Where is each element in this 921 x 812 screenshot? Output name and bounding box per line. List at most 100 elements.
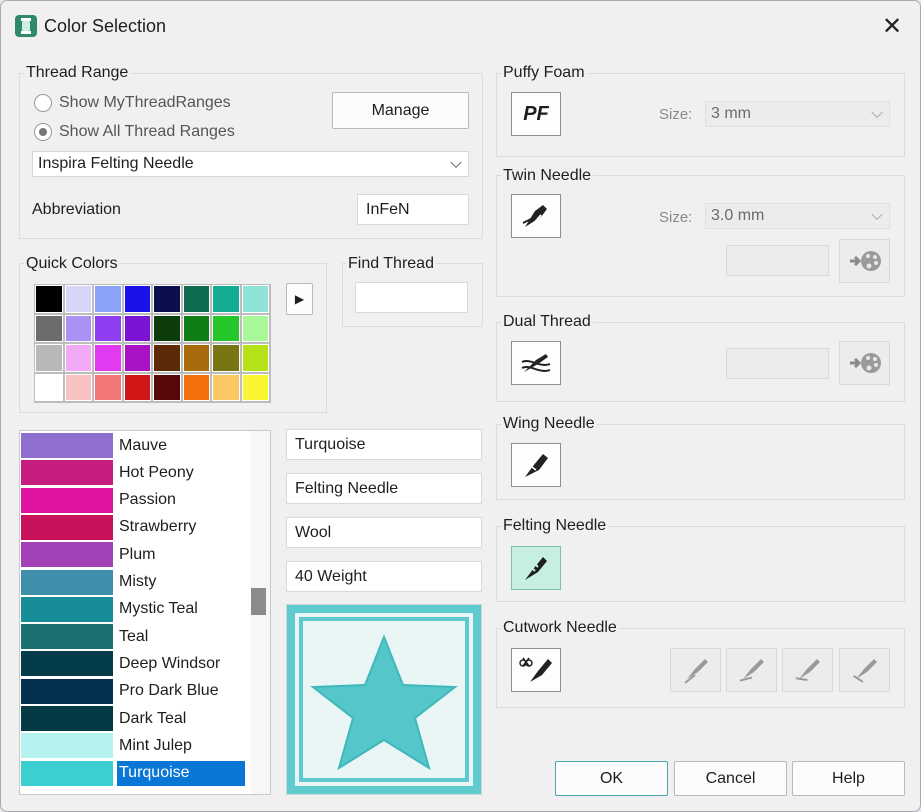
thread-name: Strawberry — [119, 518, 197, 536]
quick-color-swatch[interactable] — [182, 314, 210, 342]
thread-name: Passion — [119, 491, 176, 509]
quick-color-swatch[interactable] — [241, 373, 269, 401]
thread-color-chip — [21, 651, 113, 677]
material-field: Wool — [286, 517, 482, 548]
thread-color-chip — [21, 514, 113, 540]
quick-color-swatch[interactable] — [153, 314, 181, 342]
thread-list-item[interactable]: Turquoise — [21, 760, 245, 787]
quick-color-swatch[interactable] — [64, 344, 92, 372]
quick-color-swatch[interactable] — [182, 373, 210, 401]
help-button[interactable]: Help — [792, 761, 905, 796]
twin-size-dropdown[interactable]: 3.0 mm — [705, 203, 890, 229]
thread-list-item[interactable]: Mystic Teal — [21, 596, 245, 623]
felting-needle-button[interactable] — [511, 546, 561, 590]
wing-needle-icon — [525, 454, 548, 477]
quick-color-swatch[interactable] — [212, 314, 240, 342]
thread-list-item[interactable]: Passion — [21, 487, 245, 514]
thread-range-label: Thread Range — [24, 64, 131, 82]
quick-color-swatch[interactable] — [123, 314, 151, 342]
twin-apply-palette-button[interactable] — [839, 239, 890, 283]
cutwork-angle-3-icon — [795, 659, 820, 682]
puffy-size-dropdown[interactable]: 3 mm — [705, 101, 890, 127]
dual-thread-button[interactable] — [511, 341, 561, 385]
quick-color-swatch[interactable] — [212, 285, 240, 313]
cutwork-angle-1-icon — [683, 659, 708, 684]
quick-color-swatch[interactable] — [64, 285, 92, 313]
quick-color-swatch[interactable] — [182, 344, 210, 372]
close-icon[interactable]: ✕ — [875, 9, 909, 43]
dual-thread-label: Dual Thread — [501, 313, 593, 331]
list-scrollbar[interactable] — [251, 431, 270, 794]
puffy-foam-text: PF — [523, 102, 549, 125]
quick-color-swatch[interactable] — [241, 314, 269, 342]
cutwork-angle-button[interactable] — [726, 648, 777, 692]
quick-color-swatch[interactable] — [64, 314, 92, 342]
scrollbar-thumb[interactable] — [251, 588, 266, 615]
thread-color-chip — [21, 460, 113, 486]
thread-list-item[interactable]: Hot Peony — [21, 459, 245, 486]
quick-color-swatch[interactable] — [212, 373, 240, 401]
quick-colors-label: Quick Colors — [24, 255, 120, 273]
dual-apply-palette-button[interactable] — [839, 341, 890, 385]
more-colors-arrow-button[interactable]: ▶ — [286, 283, 313, 315]
thread-list-item[interactable]: Teal — [21, 623, 245, 650]
quick-color-swatch[interactable] — [153, 344, 181, 372]
thread-list-item[interactable]: Mint Julep — [21, 732, 245, 759]
cutwork-needle-button[interactable] — [511, 648, 561, 692]
cutwork-angle-button[interactable] — [670, 648, 721, 692]
thread-range-value: Inspira Felting Needle — [38, 155, 194, 172]
weight-field: 40 Weight — [286, 561, 482, 592]
quick-color-swatch[interactable] — [35, 314, 63, 342]
cancel-button[interactable]: Cancel — [674, 761, 787, 796]
thread-list-item[interactable]: Misty — [21, 569, 245, 596]
manage-button[interactable]: Manage — [332, 92, 469, 129]
quick-color-swatch[interactable] — [123, 285, 151, 313]
quick-color-swatch[interactable] — [153, 373, 181, 401]
thread-list-item[interactable]: Mauve — [21, 432, 245, 459]
thread-list-item[interactable]: Strawberry — [21, 514, 245, 541]
thread-color-chip — [21, 678, 113, 704]
quick-color-swatch[interactable] — [153, 285, 181, 313]
ok-button[interactable]: OK — [555, 761, 668, 796]
quick-color-swatch[interactable] — [94, 373, 122, 401]
quick-color-swatch[interactable] — [212, 344, 240, 372]
cutwork-angle-button[interactable] — [839, 648, 890, 692]
quick-color-swatch[interactable] — [64, 373, 92, 401]
quick-color-swatch[interactable] — [241, 344, 269, 372]
radio-button[interactable] — [34, 123, 52, 141]
color-name-field: Turquoise — [286, 429, 482, 460]
quick-color-swatch[interactable] — [241, 285, 269, 313]
thread-range-dropdown[interactable]: Inspira Felting Needle — [32, 151, 469, 177]
twin-needle-icon — [522, 205, 547, 230]
quick-color-swatch[interactable] — [94, 314, 122, 342]
quick-color-swatch[interactable] — [35, 344, 63, 372]
cutwork-needle-label: Cutwork Needle — [501, 619, 619, 637]
quick-color-swatch[interactable] — [123, 373, 151, 401]
thread-list-item[interactable]: Deep Windsor — [21, 650, 245, 677]
quick-color-swatch[interactable] — [182, 285, 210, 313]
find-thread-input[interactable] — [355, 282, 468, 313]
thread-list-item[interactable]: Pro Dark Blue — [21, 678, 245, 705]
twin-needle-button[interactable] — [511, 194, 561, 238]
puffy-foam-button[interactable]: PF — [511, 92, 561, 136]
felting-needle-label: Felting Needle — [501, 517, 609, 535]
radio-show-all-thread-ranges[interactable]: Show All Thread Ranges — [34, 123, 235, 141]
thread-color-chip — [21, 542, 113, 568]
thread-color-list[interactable]: Mauve Hot Peony Passion Strawberry Plum Misty… — [19, 430, 271, 795]
radio-button[interactable] — [34, 94, 52, 112]
thread-name: Deep Windsor — [119, 654, 221, 672]
abbreviation-field[interactable]: InFeN — [357, 194, 469, 225]
quick-color-swatch[interactable] — [94, 285, 122, 313]
thread-list-item[interactable]: Plum — [21, 541, 245, 568]
thread-color-chip — [21, 433, 113, 458]
chevron-down-icon — [871, 208, 883, 221]
thread-color-chip — [21, 487, 113, 513]
quick-color-swatch[interactable] — [35, 373, 63, 401]
thread-list-item[interactable]: Dark Teal — [21, 705, 245, 732]
radio-show-my-thread-ranges[interactable]: Show MyThreadRanges — [34, 94, 231, 112]
quick-color-swatch[interactable] — [94, 344, 122, 372]
wing-needle-button[interactable] — [511, 443, 561, 487]
cutwork-angle-button[interactable] — [782, 648, 833, 692]
quick-color-swatch[interactable] — [35, 285, 63, 313]
quick-color-swatch[interactable] — [123, 344, 151, 372]
